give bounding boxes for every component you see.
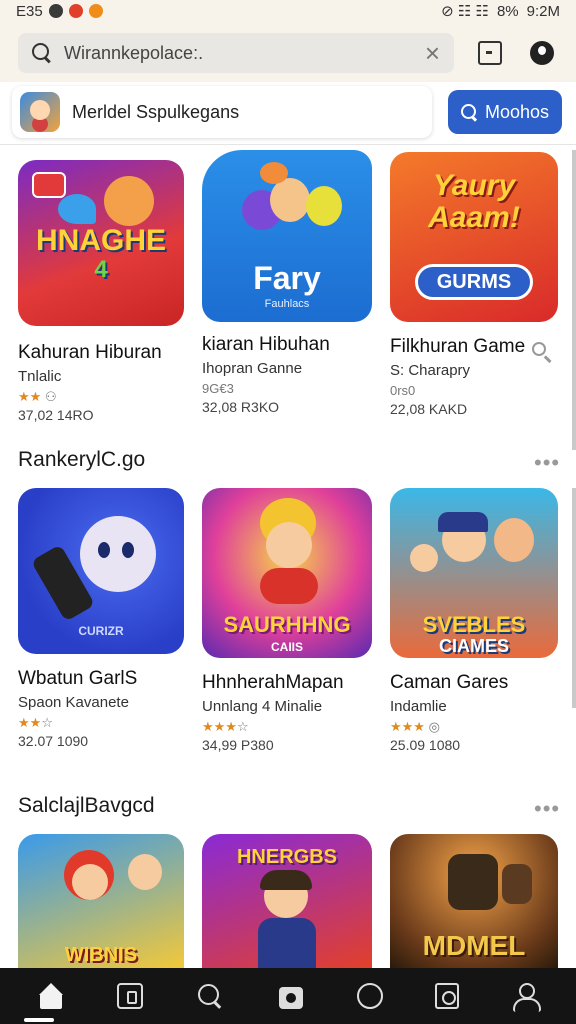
notification-icon [48, 4, 63, 18]
top-bar: Wirannkepolace:. × [0, 22, 576, 82]
app-rating: ★★ ⚇ [18, 389, 57, 404]
bottom-navigation [0, 968, 576, 1024]
store-icon[interactable] [276, 981, 306, 1011]
scroll-peek [572, 150, 576, 450]
app-downloads: 37,02 14RO [18, 407, 94, 423]
app-name: Kahuran Hiburan [18, 342, 162, 363]
app-artwork: MDMEL [390, 834, 558, 968]
search-icon[interactable] [195, 981, 225, 1011]
app-category: Unnlang 4 Minalie [202, 698, 323, 715]
app-card[interactable]: SAURHHNG CAIIS HhnherahMapan Unnlang 4 M… [202, 488, 372, 753]
app-name: HhnherahMapan [202, 672, 344, 693]
app-card[interactable]: HNAGHE 4 Kahuran Hiburan Tnlalic ★★ ⚇ 37… [18, 160, 188, 423]
app-rating: ★★★☆ [202, 719, 249, 734]
app-rating: ★★★ ◎ [390, 719, 440, 734]
app-category: Indamlie [390, 698, 447, 715]
app-card[interactable]: Yaury Aaam! GURMS Filkhuran Game S: Char… [390, 152, 560, 417]
banner-card[interactable]: Merldel Sspulkegans [12, 86, 432, 138]
section-title: SalclajlBavgcd [18, 794, 155, 817]
app-downloads: 25.09 1080 [390, 737, 461, 753]
more-icon[interactable]: ••• [534, 450, 560, 476]
scroll-peek [572, 488, 576, 708]
app-notification-icon [88, 4, 103, 18]
app-artwork: SVEBLES CIAMES [390, 488, 558, 658]
app-artwork: HNAGHE 4 [18, 160, 184, 326]
search-icon [460, 104, 477, 120]
app-artwork: CURIZR [18, 488, 184, 654]
signal-icons: ⊘ ☷ ☷ [441, 3, 489, 20]
app-artwork: Yaury Aaam! GURMS [390, 152, 558, 322]
clock: 9:2M [526, 2, 560, 20]
app-card[interactable]: WIBNIS [18, 834, 188, 968]
banner-app-icon [20, 92, 60, 132]
section-title: RankerylC.go [18, 448, 146, 471]
circle-icon[interactable] [357, 983, 384, 1009]
app-artwork: WIBNIS [18, 834, 184, 968]
app-card[interactable]: SVEBLES CIAMES Caman Gares Indamlie ★★★ … [390, 488, 560, 753]
app-name: Caman Gares [390, 672, 509, 693]
banner-text: Merldel Sspulkegans [72, 101, 240, 122]
app-name: kiaran Hibuhan [202, 334, 330, 355]
search-input[interactable]: Wirannkepolace:. × [18, 33, 454, 73]
status-bar: E35 ⊘ ☷ ☷ 8% 9:2M [0, 0, 576, 22]
app-notification-icon [68, 4, 83, 18]
home-icon[interactable] [36, 981, 66, 1011]
search-placeholder: Wirannkepolace:. [64, 42, 204, 63]
app-category: Ihopran Ganne [202, 360, 303, 377]
app-category: Tnlalic [18, 368, 62, 385]
app-artwork: Fary Fauhlacs [202, 150, 372, 322]
search-icon[interactable] [530, 340, 554, 364]
close-icon[interactable]: × [425, 40, 440, 66]
divider [0, 144, 576, 145]
app-card[interactable]: MDMEL [390, 834, 560, 968]
banner-button[interactable]: Moohos [448, 90, 562, 134]
nav-active-indicator [24, 1018, 54, 1022]
app-rating: 9G€3 [202, 381, 234, 396]
books-icon[interactable] [434, 983, 459, 1009]
app-category: S: Charapry [390, 362, 471, 379]
account-icon[interactable] [530, 41, 554, 65]
app-downloads: 32.07 1090 [18, 733, 89, 749]
app-card[interactable]: Fary Fauhlacs kiaran Hibuhan Ihopran Gan… [202, 150, 372, 415]
banner-button-label: Moohos [484, 101, 550, 122]
app-card[interactable]: HNERGBS [202, 834, 372, 968]
status-time: E35 [16, 2, 43, 20]
app-downloads: 32,08 R3KO [202, 399, 280, 415]
profile-icon[interactable] [510, 981, 542, 1012]
app-downloads: 34,99 P380 [202, 737, 274, 753]
search-icon [32, 43, 52, 63]
app-name: Wbatun GarlS [18, 668, 138, 689]
promo-banner: Merldel Sspulkegans Moohos [0, 86, 576, 140]
app-rating: 0rs0 [390, 383, 416, 398]
app-downloads: 22,08 KAKD [390, 401, 468, 417]
battery-text: 8% [496, 2, 519, 20]
app-artwork: HNERGBS [202, 834, 372, 968]
app-artwork: SAURHHNG CAIIS [202, 488, 372, 658]
app-category: Spaon Kavanete [18, 694, 129, 711]
library-icon[interactable] [117, 983, 144, 1009]
app-rating: ★★☆ [18, 715, 53, 730]
more-icon[interactable]: ••• [534, 796, 560, 822]
library-icon[interactable] [478, 41, 502, 65]
app-card[interactable]: CURIZR Wbatun GarlS Spaon Kavanete ★★☆ 3… [18, 488, 188, 749]
